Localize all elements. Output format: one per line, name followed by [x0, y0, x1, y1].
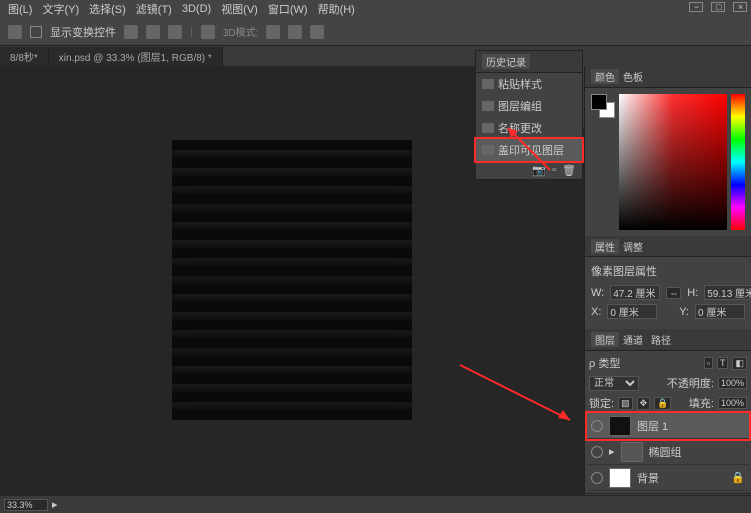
expand-icon[interactable]: ▸: [609, 445, 615, 458]
tab-doc2[interactable]: xin.psd @ 33.3% (图层1, RGB/8) *: [49, 47, 223, 66]
distribute-icon[interactable]: [168, 25, 182, 39]
menu-3d[interactable]: 3D(D): [178, 3, 215, 15]
visibility-toggle[interactable]: [591, 420, 603, 432]
tab-adjustments[interactable]: 调整: [619, 239, 647, 254]
lock-all-icon[interactable]: 🔒: [654, 397, 671, 410]
history-icon: [482, 79, 494, 89]
layer-name[interactable]: 背景: [637, 470, 659, 486]
attributes-panel: 像素图层属性 W: ⇔ H: X: Y:: [585, 257, 751, 329]
canvas[interactable]: [172, 140, 412, 420]
options-bar: 显示变换控件 | 3D模式:: [0, 18, 751, 46]
tab-doc1[interactable]: 8/8秒*: [0, 47, 49, 66]
layer-row-group[interactable]: ▸ 椭圆组: [587, 439, 749, 465]
layer-thumbnail: [609, 416, 631, 436]
x-input[interactable]: [607, 304, 657, 319]
layer-row-background[interactable]: 背景 🔒: [587, 465, 749, 491]
y-input[interactable]: [695, 304, 745, 319]
align-icon-2[interactable]: [146, 25, 160, 39]
status-bar: 33.3% ▸: [0, 495, 751, 513]
fill-value[interactable]: 100%: [718, 397, 747, 409]
zoom-value[interactable]: 33.3%: [4, 499, 48, 511]
menu-bar: 图(L) 文字(Y) 选择(S) 滤镜(T) 3D(D) 视图(V) 窗口(W)…: [0, 0, 751, 18]
tab-history[interactable]: 历史记录: [482, 54, 530, 69]
maximize-button[interactable]: □: [711, 2, 725, 12]
menu-view[interactable]: 视图(V): [217, 1, 262, 17]
filter-icon-3[interactable]: ◧: [732, 357, 747, 370]
new-doc-icon[interactable]: ▫: [552, 164, 556, 177]
align-icon[interactable]: [124, 25, 138, 39]
move-tool-icon[interactable]: [8, 25, 22, 39]
menu-window[interactable]: 窗口(W): [264, 1, 312, 17]
visibility-toggle[interactable]: [591, 472, 603, 484]
history-item-selected[interactable]: 盖印可见图层: [476, 139, 582, 161]
3d-orbit-icon[interactable]: [266, 25, 280, 39]
layers-panel: ρ 类型 ▫ T ◧ 正常 不透明度: 100% 锁定: ▧ ✥ 🔒 填充: 1…: [585, 351, 751, 493]
link-wh-button[interactable]: ⇔: [666, 287, 681, 299]
y-label: Y:: [679, 306, 689, 318]
auto-select-checkbox[interactable]: [30, 26, 42, 38]
menu-help[interactable]: 帮助(H): [314, 1, 359, 17]
status-expand-icon[interactable]: ▸: [52, 498, 58, 511]
lock-label: 锁定:: [589, 395, 614, 411]
width-input[interactable]: [610, 285, 660, 300]
tab-swatches[interactable]: 色板: [619, 69, 647, 84]
menu-select[interactable]: 选择(S): [85, 1, 130, 17]
color-panel-header: 颜色 色板: [585, 66, 751, 88]
menu-layer[interactable]: 图(L): [4, 1, 36, 17]
foreground-background-swatch[interactable]: [591, 94, 615, 118]
menu-type[interactable]: 文字(Y): [38, 1, 83, 17]
lock-pixels-icon[interactable]: ▧: [618, 397, 633, 410]
opacity-label: 不透明度:: [667, 375, 714, 391]
hue-slider[interactable]: [731, 94, 745, 230]
filter-icon-1[interactable]: ▫: [704, 357, 713, 369]
history-item[interactable]: 粘贴样式: [476, 73, 582, 95]
tab-layers[interactable]: 图层: [591, 332, 619, 347]
h-label: H:: [687, 287, 698, 299]
filter-icon-2[interactable]: T: [717, 357, 729, 369]
3d-mode-icon[interactable]: [201, 25, 215, 39]
attr-panel-header: 属性 调整: [585, 236, 751, 258]
menu-filter[interactable]: 滤镜(T): [132, 1, 176, 17]
blend-mode-select[interactable]: 正常: [589, 376, 639, 391]
close-button[interactable]: ×: [733, 2, 747, 12]
history-panel: 历史记录 粘贴样式 图层编组 名称更改 盖印可见图层 📷 ▫ 🗑: [475, 50, 583, 180]
layer-name[interactable]: 椭圆组: [649, 444, 682, 460]
attr-title: 像素图层属性: [591, 263, 745, 279]
tab-paths[interactable]: 路径: [647, 332, 675, 347]
minimize-button[interactable]: −: [689, 2, 703, 12]
layer-name[interactable]: 图层 1: [637, 418, 668, 434]
3d-roll-icon[interactable]: [310, 25, 324, 39]
layer-filter-label: ρ 类型: [589, 355, 620, 371]
lock-icon: 🔒: [731, 471, 745, 484]
height-input[interactable]: [704, 285, 751, 300]
visibility-toggle[interactable]: [591, 446, 603, 458]
fill-label: 填充:: [689, 395, 714, 411]
color-panel: [585, 88, 751, 236]
3d-pan-icon[interactable]: [288, 25, 302, 39]
tab-channels[interactable]: 通道: [619, 332, 647, 347]
trash-icon[interactable]: 🗑: [562, 164, 576, 177]
w-label: W:: [591, 287, 604, 299]
history-icon: [482, 123, 494, 133]
history-item[interactable]: 图层编组: [476, 95, 582, 117]
layer-thumbnail: [609, 468, 631, 488]
layer-row-layer1[interactable]: 图层 1: [587, 413, 749, 439]
document-tabs: 8/8秒* xin.psd @ 33.3% (图层1, RGB/8) *: [0, 46, 751, 66]
tab-color[interactable]: 颜色: [591, 69, 619, 84]
window-controls: − □ ×: [689, 2, 747, 12]
tab-attributes[interactable]: 属性: [591, 239, 619, 254]
group-thumbnail: [621, 442, 643, 462]
x-label: X:: [591, 306, 601, 318]
opacity-value[interactable]: 100%: [718, 377, 747, 389]
snapshot-icon[interactable]: 📷: [532, 164, 546, 177]
layers-panel-header: 图层 通道 路径: [585, 329, 751, 351]
history-icon: [482, 101, 494, 111]
history-icon: [482, 145, 494, 155]
color-field[interactable]: [619, 94, 727, 230]
transform-controls-label: 显示变换控件: [50, 24, 116, 40]
right-panels: 颜色 色板 属性 调整 像素图层属性 W: ⇔ H:: [584, 66, 751, 513]
history-item[interactable]: 名称更改: [476, 117, 582, 139]
lock-position-icon[interactable]: ✥: [637, 397, 651, 410]
